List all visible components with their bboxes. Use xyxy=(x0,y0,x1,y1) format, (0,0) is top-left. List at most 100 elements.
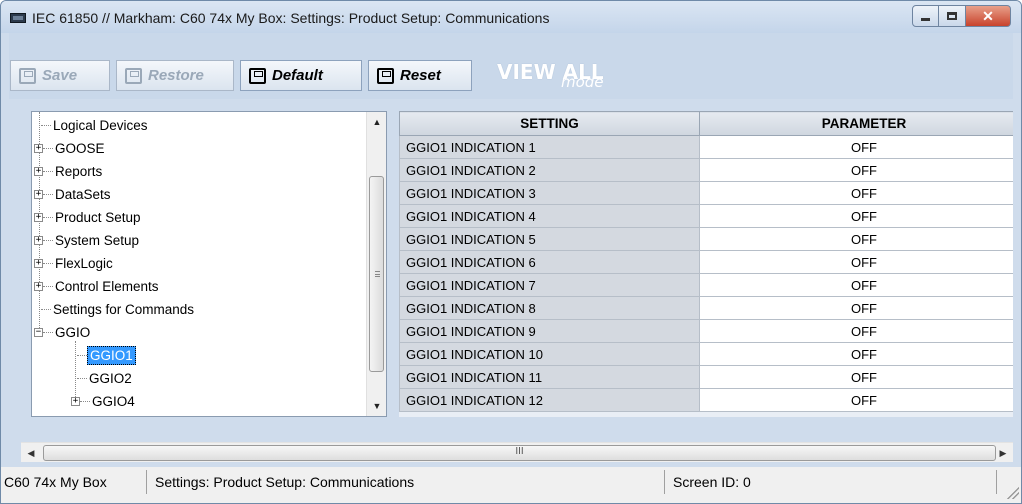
parameter-value-cell[interactable]: OFF xyxy=(699,365,1013,389)
toolbar: Save Restore Default Reset VIEW ALL mode xyxy=(9,33,1013,99)
parameter-value-cell[interactable]: OFF xyxy=(699,250,1013,274)
column-header-setting[interactable]: SETTING xyxy=(399,111,700,136)
tree-item[interactable]: + Product Setup xyxy=(34,206,143,229)
tree-item[interactable]: + DataSets xyxy=(34,183,113,206)
setting-name-cell: GGIO1 INDICATION 3 xyxy=(399,181,700,205)
parameter-value-cell[interactable]: OFF xyxy=(699,273,1013,297)
expand-icon[interactable]: + xyxy=(34,190,43,199)
parameter-value-cell[interactable]: OFF xyxy=(699,181,1013,205)
tree-item[interactable]: + GGIO4 xyxy=(71,390,137,413)
reset-icon xyxy=(377,67,394,84)
parameter-value-cell[interactable]: OFF xyxy=(699,296,1013,320)
setting-name-cell: GGIO1 INDICATION 7 xyxy=(399,273,700,297)
setting-name-cell: GGIO1 INDICATION 4 xyxy=(399,204,700,228)
tree-connector xyxy=(43,286,53,287)
default-label: Default xyxy=(272,67,323,84)
reset-button[interactable]: Reset xyxy=(368,60,472,91)
tree-item-label: GGIO1 xyxy=(87,346,136,365)
tree-connector xyxy=(77,355,87,356)
tree-connector xyxy=(43,194,53,195)
horizontal-scroll-thumb[interactable]: III xyxy=(43,445,996,461)
parameter-value-cell[interactable]: OFF xyxy=(699,227,1013,251)
close-button[interactable]: ✕ xyxy=(966,5,1011,27)
floppy-disk-icon xyxy=(19,67,36,84)
save-label: Save xyxy=(42,67,78,84)
table-row: GGIO1 INDICATION 9 OFF xyxy=(399,319,1013,343)
table-row: GGIO1 INDICATION 1 OFF xyxy=(399,135,1013,159)
tree-connector xyxy=(43,332,53,333)
table-row: GGIO1 INDICATION 10 OFF xyxy=(399,342,1013,366)
scroll-down-arrow-icon[interactable]: ▼ xyxy=(367,396,386,416)
tree-connector xyxy=(43,240,53,241)
tree-item-label: GGIO2 xyxy=(89,371,132,386)
tree-item[interactable]: Settings for Commands xyxy=(41,298,196,321)
table-row: GGIO1 INDICATION 5 OFF xyxy=(399,227,1013,251)
tree-item[interactable]: − GGIO xyxy=(34,321,92,344)
setting-name-cell: GGIO1 INDICATION 9 xyxy=(399,319,700,343)
setting-name-cell: GGIO1 INDICATION 6 xyxy=(399,250,700,274)
expand-icon[interactable]: + xyxy=(34,282,43,291)
expand-icon[interactable]: + xyxy=(34,259,43,268)
parameter-value-cell[interactable]: OFF xyxy=(699,388,1013,412)
tree-item[interactable]: + Reports xyxy=(34,160,104,183)
tree-item[interactable]: + System Setup xyxy=(34,229,141,252)
parameter-value-cell[interactable]: OFF xyxy=(699,319,1013,343)
tree-item[interactable]: + GOOSE xyxy=(34,137,107,160)
tree-item-label: Settings for Commands xyxy=(53,302,195,317)
resize-grip-icon[interactable] xyxy=(1007,487,1019,499)
parameter-value-cell[interactable]: OFF xyxy=(699,158,1013,182)
tree-item[interactable]: GGIO1 xyxy=(77,344,136,367)
window-controls: ✕ xyxy=(912,5,1011,27)
parameter-value-cell[interactable]: OFF xyxy=(699,204,1013,228)
tree-item-label: Product Setup xyxy=(55,210,141,225)
navigation-tree[interactable]: Logical Devices + GOOSE + Reports + DataSets + P… xyxy=(31,111,387,417)
scroll-left-arrow-icon[interactable]: ◀ xyxy=(21,443,41,463)
expand-icon[interactable]: + xyxy=(34,167,43,176)
expand-icon[interactable]: + xyxy=(71,397,80,406)
tree-connector xyxy=(43,148,53,149)
table-row: GGIO1 INDICATION 3 OFF xyxy=(399,181,1013,205)
scroll-up-arrow-icon[interactable]: ▲ xyxy=(367,112,386,132)
view-all-mode-text: mode xyxy=(561,73,604,91)
setting-name-cell: GGIO1 INDICATION 11 xyxy=(399,365,700,389)
application-window: IEC 61850 // Markham: C60 74x My Box: Se… xyxy=(0,0,1022,504)
grip-icon xyxy=(375,271,380,277)
table-row: GGIO1 INDICATION 7 OFF xyxy=(399,273,1013,297)
title-bar[interactable]: IEC 61850 // Markham: C60 74x My Box: Se… xyxy=(1,1,1021,33)
expand-icon[interactable]: + xyxy=(34,213,43,222)
maximize-icon xyxy=(947,12,957,20)
tree-item[interactable]: + Control Elements xyxy=(34,275,161,298)
tree-item-label: GOOSE xyxy=(55,141,105,156)
settings-table: SETTING PARAMETER GGIO1 INDICATION 1 OFF G… xyxy=(399,111,1013,412)
default-button[interactable]: Default xyxy=(240,60,362,91)
table-row: GGIO1 INDICATION 8 OFF xyxy=(399,296,1013,320)
status-path: Settings: Product Setup: Communications xyxy=(149,470,665,494)
tree-connector xyxy=(80,401,90,402)
close-icon: ✕ xyxy=(982,7,994,24)
floppy-disk-icon xyxy=(249,67,266,84)
save-button[interactable]: Save xyxy=(10,60,110,91)
restore-button[interactable]: Restore xyxy=(116,60,234,91)
tree-item-label: Control Elements xyxy=(55,279,159,294)
setting-name-cell: GGIO1 INDICATION 8 xyxy=(399,296,700,320)
maximize-button[interactable] xyxy=(939,5,966,27)
column-header-parameter[interactable]: PARAMETER xyxy=(699,111,1013,136)
tree-item[interactable]: Logical Devices xyxy=(41,114,150,137)
tree-vertical-scrollbar[interactable]: ▲ ▼ xyxy=(366,112,386,416)
horizontal-scrollbar[interactable]: ◀ III ▶ xyxy=(21,442,1013,462)
tree-item[interactable]: + FlexLogic xyxy=(34,252,115,275)
expand-icon[interactable]: + xyxy=(34,144,43,153)
table-row: GGIO1 INDICATION 4 OFF xyxy=(399,204,1013,228)
table-row: GGIO1 INDICATION 2 OFF xyxy=(399,158,1013,182)
collapse-icon[interactable]: − xyxy=(34,328,43,337)
tree-connector xyxy=(43,171,53,172)
expand-icon[interactable]: + xyxy=(34,236,43,245)
parameter-value-cell[interactable]: OFF xyxy=(699,135,1013,159)
tree-item-label: Logical Devices xyxy=(53,118,148,133)
minimize-button[interactable] xyxy=(912,5,939,27)
tree-item-label: FlexLogic xyxy=(55,256,113,271)
tree-item[interactable]: GGIO2 xyxy=(77,367,134,390)
parameter-value-cell[interactable]: OFF xyxy=(699,342,1013,366)
scroll-right-arrow-icon[interactable]: ▶ xyxy=(993,443,1013,463)
scroll-thumb[interactable] xyxy=(369,176,384,372)
